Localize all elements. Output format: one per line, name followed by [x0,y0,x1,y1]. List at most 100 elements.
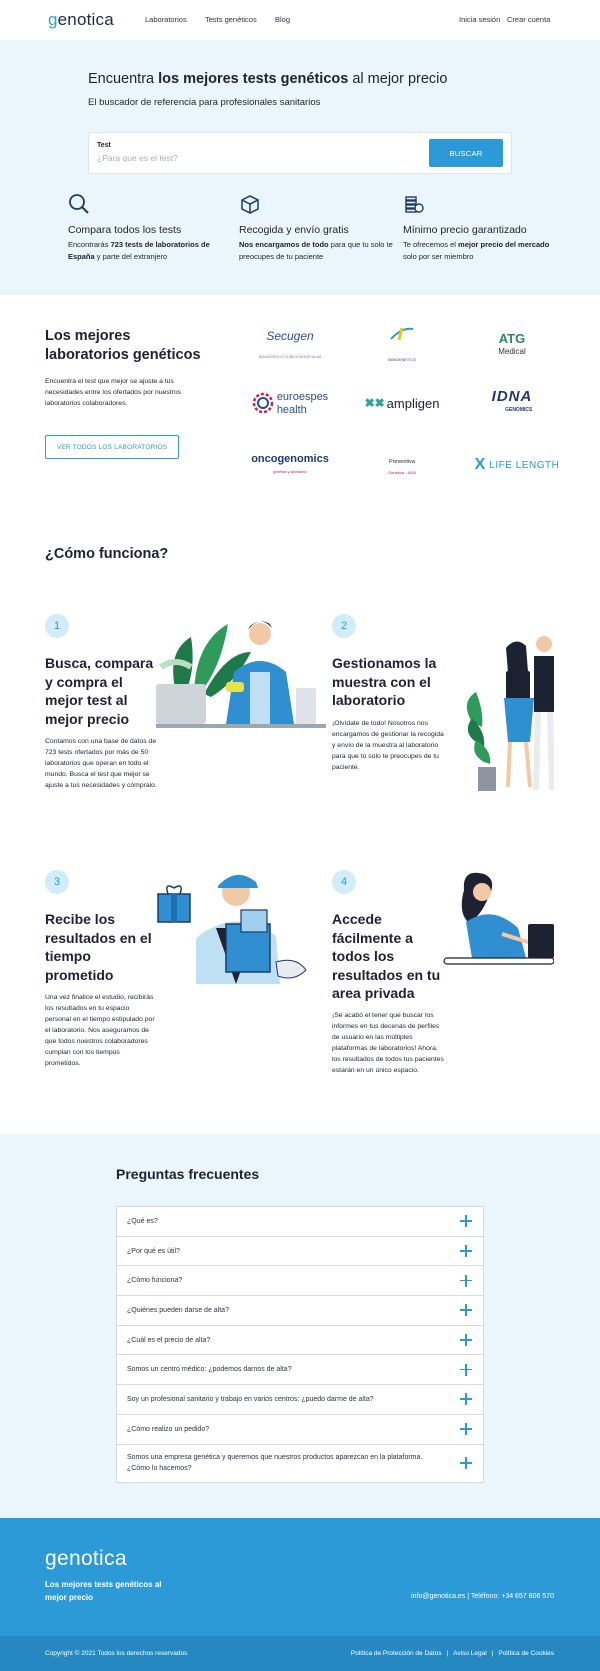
feature-compare: Compara todos los tests Encontrarás 723 … [68,193,228,263]
cookies-link[interactable]: Política de Cookies [498,1650,554,1657]
feature-desc: Nos encargamos de todo para que tu solo … [239,240,393,261]
nav-laboratorios[interactable]: Laboratorios [145,15,187,24]
faq-item[interactable]: ¿Cuál es el precio de alta? [117,1326,483,1356]
feature-desc: Encontrarás 723 tests de laboratorios de… [68,240,210,261]
lab-logo-atg[interactable]: ATG Medical [462,325,562,365]
faq-item[interactable]: ¿Qué es? [117,1207,483,1237]
logo-text: enotica [57,10,114,29]
step-number: 1 [45,614,69,638]
lifelength-mark-icon: X [474,456,486,473]
footer-logo[interactable]: genotica [45,1547,127,1571]
faq-item[interactable]: ¿Por qué es útil? [117,1237,483,1267]
plus-icon[interactable] [459,1333,473,1347]
how-title: ¿Cómo funciona? [45,546,169,562]
lab-logo-idna[interactable]: IDNA GENOMICS [462,383,562,423]
step-title: Recibe los resultados en el tiempo prome… [45,911,152,983]
faq-item[interactable]: Somos una empresa genética y queremos qu… [117,1445,483,1482]
faq-question: Somos un centro médico: ¿podemos darnos … [127,1366,292,1374]
legal-notice-link[interactable]: Aviso Legal [453,1650,487,1657]
lab-logo-oncogenomics[interactable]: oncogenomics genética y laboratorio [240,445,340,485]
plus-icon[interactable] [459,1303,473,1317]
hero-subtitle: El buscador de referencia para profesion… [88,97,321,108]
plus-icon[interactable] [459,1274,473,1288]
lab-logo-ampligen[interactable]: ✖✖ ampligen [352,383,452,423]
feature-title: Compara todos los tests [68,224,182,236]
faq-question: Soy un profesional sanitario y trabajo e… [127,1395,374,1403]
plus-icon[interactable] [459,1363,473,1377]
lab-tag: Genética · ADN [388,469,416,475]
person-laptop-illustration [156,621,326,728]
privacy-link[interactable]: Política de Protección de Datos [351,1650,442,1657]
faq-item[interactable]: ¿Cómo realizo un pedido? [117,1415,483,1445]
coins-icon [405,196,424,213]
lab-name: euroespes [276,391,329,403]
faq-item[interactable]: Somos un centro médico: ¿podemos darnos … [117,1355,483,1386]
faq-question: Somos una empresa genética y queremos qu… [127,1454,423,1472]
lab-name: LIFE LENGTH [489,459,560,471]
feature-shipping: Recogida y envío gratis Nos encargamos d… [239,193,399,263]
feature-title: Recogida y envío gratis [239,224,349,236]
lab-logo-nimgenetics[interactable]: NIMGENETICS [352,325,452,365]
step-number: 3 [45,870,69,894]
plus-icon[interactable] [459,1214,473,1228]
step-number: 4 [332,870,356,894]
login-link[interactable]: Inicia sesión [459,15,500,24]
faq-question: ¿Cuál es el precio de alta? [127,1336,211,1344]
box-icon [241,195,259,214]
faq-question: ¿Cómo funciona? [127,1277,183,1285]
step-desc: Una vez finalice el estudio, recibirás l… [45,994,155,1067]
team-illustration [466,636,554,791]
lab-logo-lifelength[interactable]: X LIFE LENGTH [462,445,572,485]
faq-item[interactable]: ¿Cómo funciona? [117,1266,483,1297]
lab-tag: health [276,404,307,416]
step-desc: ¡Olvídate de todo! Nosotros nos encargam… [332,720,444,771]
lab-name: Preventiva [388,458,415,465]
search-box: Test BUSCAR [88,132,512,174]
search-icon [69,194,89,214]
separator: | [446,1650,449,1657]
search-input[interactable] [97,153,397,163]
feature-title: Mínimo precio garantizado [403,224,527,236]
plus-icon[interactable] [459,1244,473,1258]
lab-name: oncogenomics [251,453,329,465]
lab-logo-preventiva[interactable]: Preventiva Genética · ADN [352,445,452,485]
labs-description: Encuentra el test que mejor se ajuste a … [45,378,182,407]
lab-name: NIMGENETICS [388,356,416,362]
faq-question: ¿Qué es? [127,1217,158,1225]
logo[interactable]: genotica [48,10,114,30]
lab-logo-euroespes[interactable]: euroespes health [240,383,340,423]
step-title: Accede fácilmente a todos los resultados… [332,911,441,1001]
search-button[interactable]: BUSCAR [429,139,503,167]
plus-icon[interactable] [459,1392,473,1406]
lab-name: Secugen [266,329,314,343]
site-footer [0,1518,600,1636]
nim-mark-icon [390,327,414,340]
faq-item[interactable]: ¿Quiénes pueden darse de alta? [117,1296,483,1326]
feature-desc: Te ofrecemos el mejor precio del mercado… [403,240,550,261]
nav-blog[interactable]: Blog [275,15,290,24]
footer-contact[interactable]: info@genotica.es | Teléfono: +34 657 806… [411,1593,554,1600]
faq-title: Preguntas frecuentes [116,1166,260,1182]
lab-name: IDNA [491,387,533,405]
site-header: genotica Laboratorios Tests genéticos Bl… [0,0,600,40]
euroespes-mark-icon [252,392,274,414]
faq-question: ¿Quiénes pueden darse de alta? [127,1306,229,1314]
copyright: Copyright © 2021 Todos los derechos rese… [45,1650,188,1657]
faq-list: ¿Qué es? ¿Por qué es útil? ¿Cómo funcion… [116,1206,484,1483]
lab-tag: GENOMICS [505,406,533,413]
lab-name: ampligen [386,395,440,411]
nav-tests-geneticos[interactable]: Tests genéticos [205,15,257,24]
faq-question: ¿Cómo realizo un pedido? [127,1425,210,1433]
view-all-labs-button[interactable]: VER TODOS LOS LABORATORIOS [45,435,179,459]
step-title: Gestionamos la muestra con el laboratori… [332,655,437,708]
lab-logo-secugen[interactable]: Secugen DIAGNÓSTICO CLÍNICO MOLECULAR [240,325,340,365]
step-title: Busca, compara y compra el mejor test al… [45,655,154,727]
plus-icon[interactable] [459,1456,473,1470]
separator: | [491,1650,494,1657]
lab-tag: Medical [498,347,526,356]
delivery-person-illustration [157,874,307,984]
signup-link[interactable]: Crear cuenta [507,15,550,24]
faq-item[interactable]: Soy un profesional sanitario y trabajo e… [117,1385,483,1415]
plus-icon[interactable] [459,1422,473,1436]
feature-price: Mínimo precio garantizado Te ofrecemos e… [403,193,563,263]
